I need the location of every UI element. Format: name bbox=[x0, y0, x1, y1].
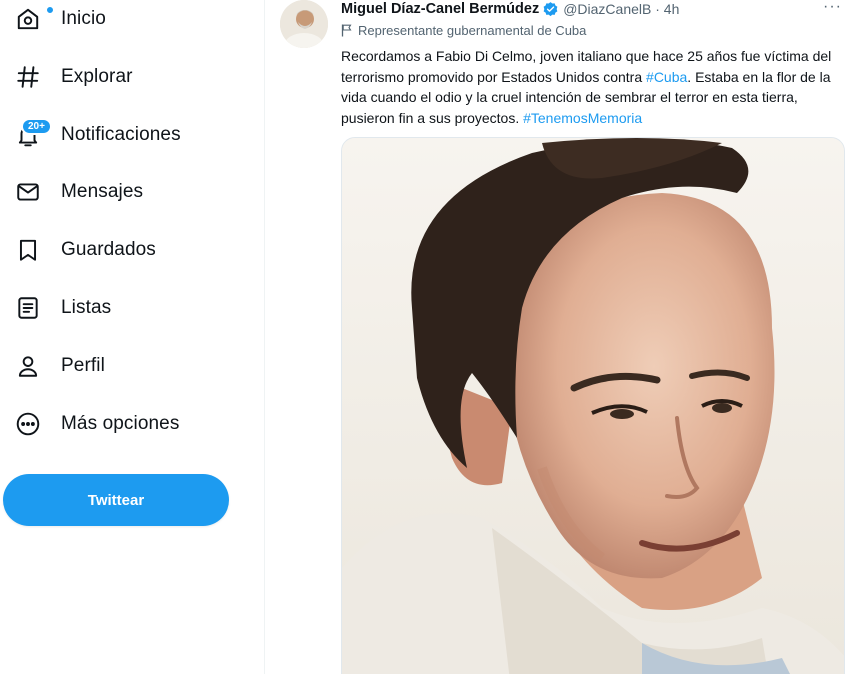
author-handle[interactable]: @DiazCanelB · 4h bbox=[563, 1, 679, 17]
hashtag-link[interactable]: #TenemosMemoria bbox=[523, 110, 642, 126]
list-icon bbox=[14, 294, 42, 322]
nav-label-mensajes: Mensajes bbox=[61, 181, 144, 202]
nav-label-perfil: Perfil bbox=[61, 355, 105, 376]
home-icon bbox=[14, 5, 54, 33]
nav-item-mas-opciones[interactable]: Más opciones bbox=[0, 400, 250, 448]
nav-label-listas: Listas bbox=[61, 297, 112, 318]
nav-item-explorar[interactable]: Explorar bbox=[0, 53, 250, 101]
nav-item-inicio[interactable]: Inicio bbox=[0, 0, 250, 43]
nav-item-listas[interactable]: Listas bbox=[0, 284, 250, 332]
notification-dot bbox=[46, 6, 54, 14]
envelope-icon bbox=[14, 178, 42, 206]
tweet-header: Miguel Díaz-Canel Bermúdez @DiazCanelB ·… bbox=[341, 0, 679, 18]
person-icon bbox=[14, 352, 42, 380]
nav-label-mas-opciones: Más opciones bbox=[61, 413, 180, 434]
hashtag-icon bbox=[14, 63, 42, 91]
nav-item-guardados[interactable]: Guardados bbox=[0, 226, 250, 274]
nav-item-perfil[interactable]: Perfil bbox=[0, 342, 250, 390]
nav-label-explorar: Explorar bbox=[61, 66, 133, 87]
nav-label-guardados: Guardados bbox=[61, 239, 156, 260]
more-options-icon[interactable]: ··· bbox=[823, 0, 842, 16]
nav-label-notificaciones: Notificaciones bbox=[61, 124, 181, 145]
tweet-photo[interactable] bbox=[341, 137, 845, 674]
tweet-text: Recordamos a Fabio Di Celmo, joven itali… bbox=[341, 46, 841, 128]
government-label: Representante gubernamental de Cuba bbox=[341, 23, 586, 38]
flag-icon bbox=[341, 24, 358, 37]
bell-icon: 20+ bbox=[14, 118, 52, 149]
sidebar-nav: Inicio Explorar 20+ Notificaciones Mensa… bbox=[0, 0, 264, 674]
notification-badge: 20+ bbox=[21, 118, 52, 135]
bookmark-icon bbox=[14, 236, 42, 264]
government-label-text: Representante gubernamental de Cuba bbox=[358, 23, 587, 38]
more-circle-icon bbox=[14, 410, 42, 438]
verified-icon bbox=[539, 1, 559, 18]
tweet-button[interactable]: Twittear bbox=[3, 474, 229, 526]
author-name[interactable]: Miguel Díaz-Canel Bermúdez bbox=[341, 1, 539, 17]
tweet[interactable]: Miguel Díaz-Canel Bermúdez @DiazCanelB ·… bbox=[265, 0, 850, 674]
nav-item-mensajes[interactable]: Mensajes bbox=[0, 168, 250, 216]
nav-item-notificaciones[interactable]: 20+ Notificaciones bbox=[0, 111, 250, 159]
nav-label-inicio: Inicio bbox=[61, 8, 106, 29]
avatar[interactable] bbox=[280, 0, 328, 48]
hashtag-link[interactable]: #Cuba bbox=[646, 69, 687, 85]
